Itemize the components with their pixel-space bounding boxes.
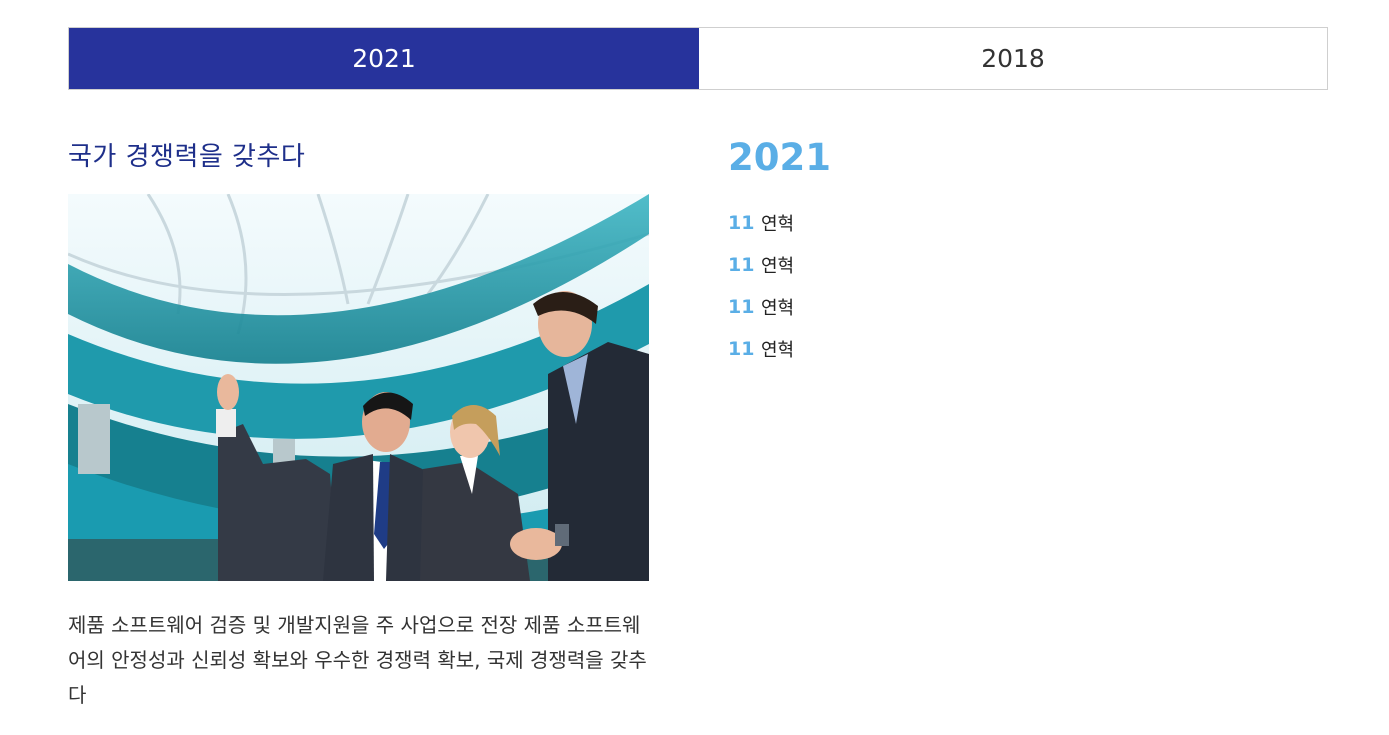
list-item: 11 연혁: [728, 286, 794, 328]
history-month: 11: [728, 212, 755, 234]
history-month: 11: [728, 296, 755, 318]
tab-2021[interactable]: 2021: [69, 28, 699, 89]
history-month: 11: [728, 338, 755, 360]
description-text: 제품 소프트웨어 검증 및 개발지원을 주 사업으로 전장 제품 소프트웨어의 …: [68, 613, 647, 707]
history-text: 연혁: [761, 298, 795, 319]
history-text: 연혁: [761, 340, 795, 361]
list-item: 11 연혁: [728, 202, 794, 244]
tab-2018[interactable]: 2018: [699, 28, 1327, 89]
list-item: 11 연혁: [728, 244, 794, 286]
section-headline: 국가 경쟁력을 갖추다: [68, 142, 306, 172]
history-month: 11: [728, 254, 755, 276]
history-year: 2021: [728, 136, 831, 179]
business-people-photo: [68, 194, 649, 581]
history-text: 연혁: [761, 256, 795, 277]
history-list: 11 연혁 11 연혁 11 연혁 11 연혁: [728, 202, 794, 370]
list-item: 11 연혁: [728, 328, 794, 370]
history-text: 연혁: [761, 214, 795, 235]
year-tabs: 2021 2018: [68, 27, 1328, 90]
